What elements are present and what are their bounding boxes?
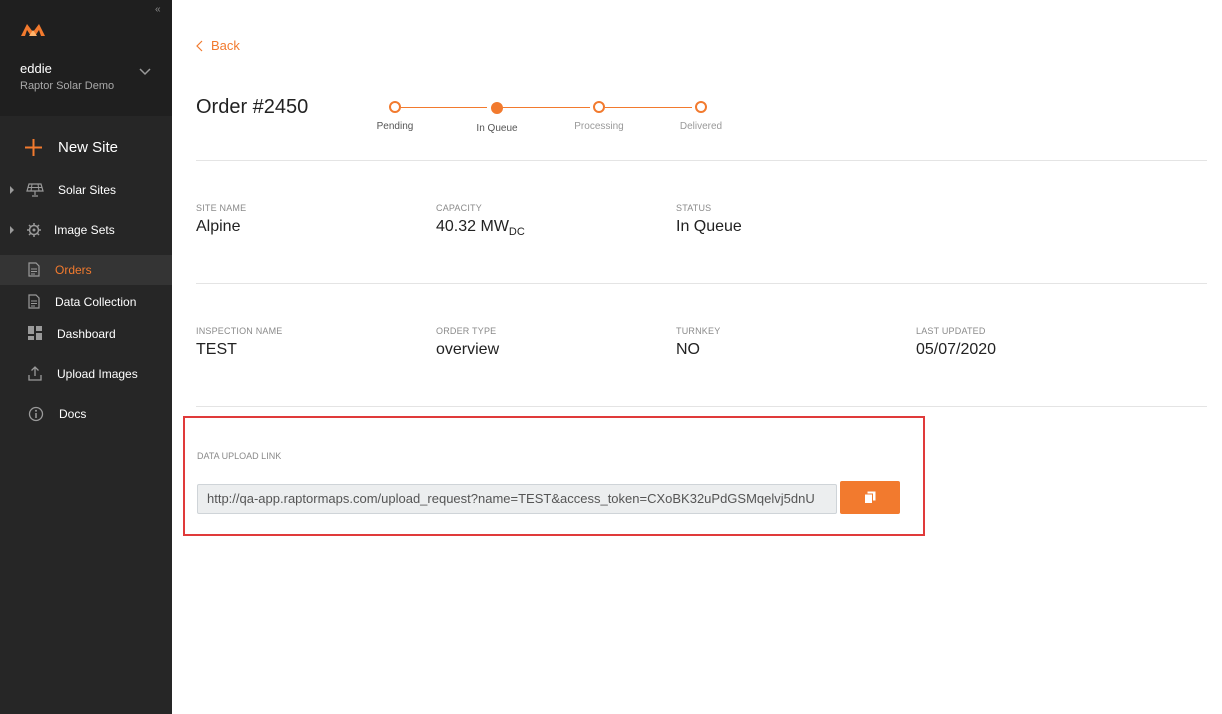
solar-panel-icon (26, 182, 44, 198)
sidebar-item-label: Solar Sites (58, 183, 117, 197)
main-content: Back Order #2450 Pending In Queue Proces… (172, 0, 1222, 714)
step-label-delivered: Delivered (679, 121, 723, 132)
inspection-name-label: INSPECTION NAME (196, 326, 283, 336)
sidebar-header: « eddie Raptor Solar Demo (0, 0, 172, 116)
step-connector (605, 107, 692, 108)
turnkey-value: NO (676, 341, 700, 358)
capacity-number: 40.32 MW (436, 218, 509, 235)
new-site-button[interactable]: New Site (24, 136, 164, 158)
caret-right-icon[interactable] (10, 226, 14, 234)
step-dot-pending (389, 101, 401, 113)
sidebar-item-dashboard[interactable]: Dashboard (0, 319, 172, 349)
dashboard-grid-icon (28, 326, 46, 342)
last-updated-value: 05/07/2020 (916, 341, 997, 358)
step-dot-in-queue (491, 102, 503, 114)
data-upload-link-panel: DATA UPLOAD LINK http://qa-app.raptormap… (183, 416, 925, 536)
chevron-down-icon[interactable] (139, 63, 151, 81)
upload-icon (28, 366, 46, 382)
divider (196, 160, 1207, 161)
page-title: Order #2450 (196, 96, 309, 118)
sidebar-item-orders[interactable]: Orders (0, 255, 172, 285)
inspection-name-value: TEST (196, 341, 237, 358)
capacity-value: 40.32 MWDC (436, 218, 525, 238)
site-name-value: Alpine (196, 218, 241, 235)
document-icon (28, 262, 46, 278)
order-type-label: ORDER TYPE (436, 326, 497, 336)
chevron-left-icon (196, 40, 203, 51)
copy-link-button[interactable] (840, 481, 900, 514)
divider (196, 283, 1207, 284)
status-value: In Queue (676, 218, 742, 235)
step-connector (401, 107, 487, 108)
collapse-sidebar-icon[interactable]: « (155, 4, 160, 15)
sidebar-item-docs[interactable]: Docs (0, 399, 172, 429)
new-site-label: New Site (58, 138, 119, 156)
order-type-value: overview (436, 341, 500, 358)
turnkey-label: TURNKEY (676, 326, 721, 336)
order-progress-stepper: Pending In Queue Processing Delivered (372, 100, 732, 140)
upload-link-field[interactable]: http://qa-app.raptormaps.com/upload_requ… (197, 484, 837, 514)
capacity-label: CAPACITY (436, 203, 482, 213)
sidebar: « eddie Raptor Solar Demo New Site Solar… (0, 0, 172, 714)
step-label-processing: Processing (574, 121, 624, 132)
info-icon (28, 406, 46, 422)
back-label: Back (211, 38, 240, 53)
back-link[interactable]: Back (196, 38, 240, 53)
gear-icon (26, 222, 44, 238)
caret-right-icon[interactable] (10, 186, 14, 194)
document-icon (28, 294, 46, 310)
sidebar-item-image-sets[interactable]: Image Sets (0, 215, 172, 245)
site-name-label: SITE NAME (196, 203, 247, 213)
sidebar-item-label: Upload Images (57, 367, 138, 381)
sidebar-item-upload-images[interactable]: Upload Images (0, 359, 172, 389)
step-connector (503, 107, 590, 108)
sidebar-item-label: Orders (55, 263, 92, 277)
last-updated-label: LAST UPDATED (916, 326, 986, 336)
sidebar-item-label: Data Collection (55, 295, 137, 309)
capacity-unit-subscript: DC (508, 226, 525, 238)
sidebar-item-solar-sites[interactable]: Solar Sites (0, 175, 172, 205)
status-label: STATUS (676, 203, 712, 213)
step-dot-processing (593, 101, 605, 113)
copy-icon (864, 491, 876, 504)
sidebar-item-data-collection[interactable]: Data Collection (0, 287, 172, 317)
divider (196, 406, 1207, 407)
step-label-pending: Pending (376, 121, 414, 132)
step-label-in-queue: In Queue (476, 123, 518, 134)
sidebar-item-label: Image Sets (54, 223, 115, 237)
raptor-maps-logo[interactable] (20, 22, 46, 43)
sidebar-item-label: Dashboard (57, 327, 116, 341)
plus-icon (25, 138, 42, 156)
user-organization: Raptor Solar Demo (20, 80, 115, 92)
sidebar-item-label: Docs (59, 407, 87, 421)
user-name[interactable]: eddie (20, 61, 52, 76)
data-upload-link-label: DATA UPLOAD LINK (197, 451, 282, 461)
step-dot-delivered (695, 101, 707, 113)
